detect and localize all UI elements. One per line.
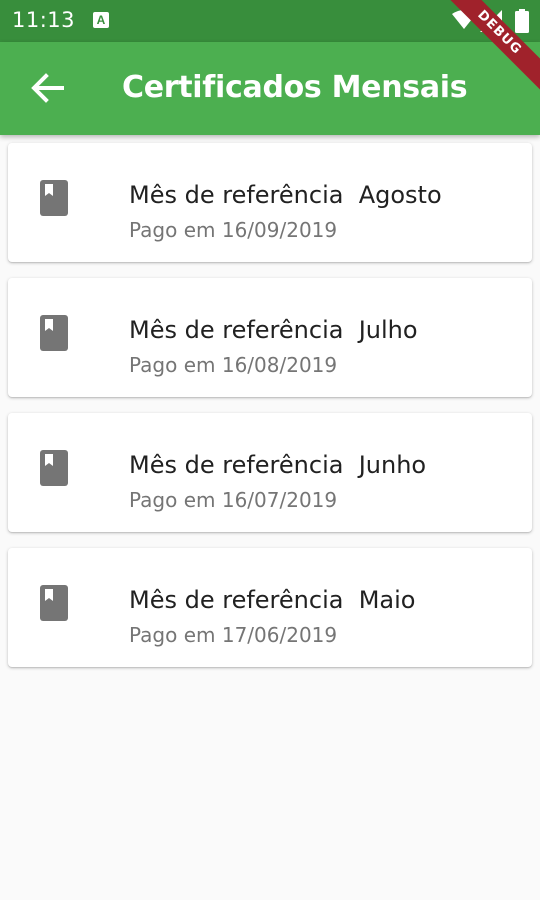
app-bar: Certificados Mensais <box>0 42 540 135</box>
certificate-paid-date: Pago em 16/08/2019 <box>129 353 338 377</box>
certificate-card[interactable]: Mês de referência Junho Pago em 16/07/20… <box>8 413 532 532</box>
notification-a-icon: A <box>93 12 109 28</box>
page-title: Certificados Mensais <box>122 70 468 105</box>
certificate-paid-date: Pago em 17/06/2019 <box>129 623 338 647</box>
battery-icon <box>515 9 529 33</box>
arrow-back-icon[interactable] <box>30 73 64 103</box>
book-icon <box>40 585 68 621</box>
certificate-paid-date: Pago em 16/09/2019 <box>129 218 338 242</box>
certificate-title: Mês de referência Agosto <box>129 181 442 209</box>
notification-a-letter: A <box>96 13 106 27</box>
certificate-card[interactable]: Mês de referência Agosto Pago em 16/09/2… <box>8 143 532 262</box>
certificate-title: Mês de referência Maio <box>129 586 416 614</box>
certificate-title: Mês de referência Julho <box>129 316 418 344</box>
certificate-title: Mês de referência Junho <box>129 451 427 479</box>
wifi-icon <box>452 10 476 29</box>
book-icon <box>40 180 68 216</box>
status-bar: 11:13 A <box>0 0 540 42</box>
status-time: 11:13 <box>12 8 76 32</box>
signal-icon <box>480 10 502 32</box>
certificate-paid-date: Pago em 16/07/2019 <box>129 488 338 512</box>
book-icon <box>40 450 68 486</box>
certificate-card[interactable]: Mês de referência Maio Pago em 17/06/201… <box>8 548 532 667</box>
book-icon <box>40 315 68 351</box>
certificate-card[interactable]: Mês de referência Julho Pago em 16/08/20… <box>8 278 532 397</box>
